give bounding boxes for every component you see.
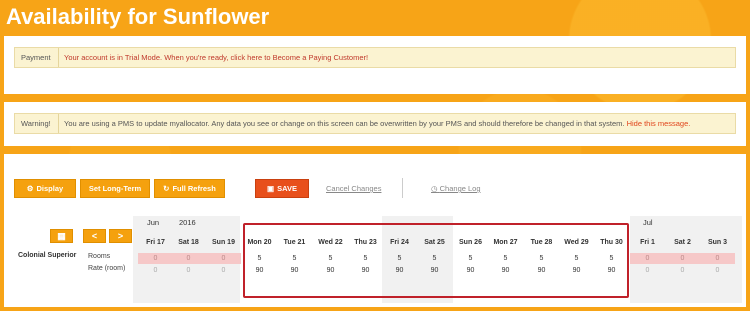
prev-button[interactable]: <	[83, 229, 106, 243]
calendar-icon: ▦	[57, 230, 66, 241]
chevron-left-icon: <	[91, 231, 98, 241]
change-log-label: Change Log	[439, 184, 481, 193]
change-log-link[interactable]: ◷ Change Log	[431, 184, 481, 193]
day-header: Fri 17	[146, 238, 165, 246]
chevron-right-icon: >	[117, 231, 124, 241]
room-type-name: Colonial Superior	[18, 252, 77, 259]
gear-icon: ⚙	[26, 184, 34, 193]
set-long-term-button[interactable]: Set Long-Term	[80, 179, 150, 198]
rate-cell[interactable]: 0	[206, 265, 241, 276]
day-header: Sat 18	[178, 238, 199, 246]
rooms-cell[interactable]: 0	[138, 253, 173, 264]
payment-message[interactable]: Your account is in Trial Mode. When you'…	[59, 53, 368, 62]
display-button-label: Display	[36, 184, 64, 193]
rate-cell[interactable]: 0	[665, 265, 700, 276]
warning-message-wrap: You are using a PMS to update myallocato…	[59, 119, 690, 128]
rate-cell[interactable]: 0	[630, 265, 665, 276]
cancel-changes-link[interactable]: Cancel Changes	[326, 184, 381, 193]
warning-label: Warning!	[15, 114, 59, 133]
rate-cell[interactable]: 0	[138, 265, 173, 276]
rooms-cell[interactable]: 0	[171, 253, 206, 264]
rooms-cell[interactable]: 0	[700, 253, 735, 264]
day-header: Sat 2	[674, 238, 691, 246]
clock-icon: ◷	[431, 184, 438, 193]
rate-cell[interactable]: 0	[700, 265, 735, 276]
warning-panel: Warning! You are using a PMS to update m…	[4, 102, 746, 146]
rooms-row-label: Rooms	[88, 253, 111, 260]
rooms-cell[interactable]: 0	[206, 253, 241, 264]
page-title: Availability for Sunflower	[6, 4, 270, 29]
display-button[interactable]: ⚙ Display	[14, 179, 76, 198]
day-header: Sun 19	[212, 238, 235, 246]
refresh-icon: ↻	[163, 184, 170, 193]
day-header: Sun 3	[707, 238, 728, 246]
day-header: Fri 1	[640, 238, 655, 246]
save-label: SAVE	[277, 184, 297, 193]
toolbar-divider	[402, 178, 403, 198]
save-icon: ▣	[267, 184, 275, 193]
payment-panel: Payment Your account is in Trial Mode. W…	[4, 36, 746, 94]
payment-notice: Payment Your account is in Trial Mode. W…	[14, 47, 736, 68]
date-picker-button[interactable]: ▦	[50, 229, 73, 243]
next-button[interactable]: >	[109, 229, 132, 243]
rooms-cell[interactable]: 0	[665, 253, 700, 264]
warning-message: You are using a PMS to update myallocato…	[64, 119, 625, 128]
selected-range-highlight	[243, 223, 629, 298]
set-long-term-label: Set Long-Term	[88, 184, 142, 193]
rate-row-label: Rate (room)	[88, 265, 126, 272]
month-jul: Jul	[643, 218, 653, 227]
hide-message-link[interactable]: Hide this message.	[627, 119, 691, 128]
payment-label: Payment	[15, 48, 59, 67]
full-refresh-button[interactable]: ↻ Full Refresh	[154, 179, 225, 198]
month-jun: Jun	[147, 218, 160, 227]
availability-panel: ⚙ Display Set Long-Term ↻ Full Refresh ▣…	[4, 154, 746, 307]
rate-cell[interactable]: 0	[171, 265, 206, 276]
year-label: 2016	[179, 218, 196, 227]
save-button[interactable]: ▣ SAVE	[255, 179, 309, 198]
rooms-cell[interactable]: 0	[630, 253, 665, 264]
full-refresh-label: Full Refresh	[172, 184, 216, 193]
warning-notice: Warning! You are using a PMS to update m…	[14, 113, 736, 134]
